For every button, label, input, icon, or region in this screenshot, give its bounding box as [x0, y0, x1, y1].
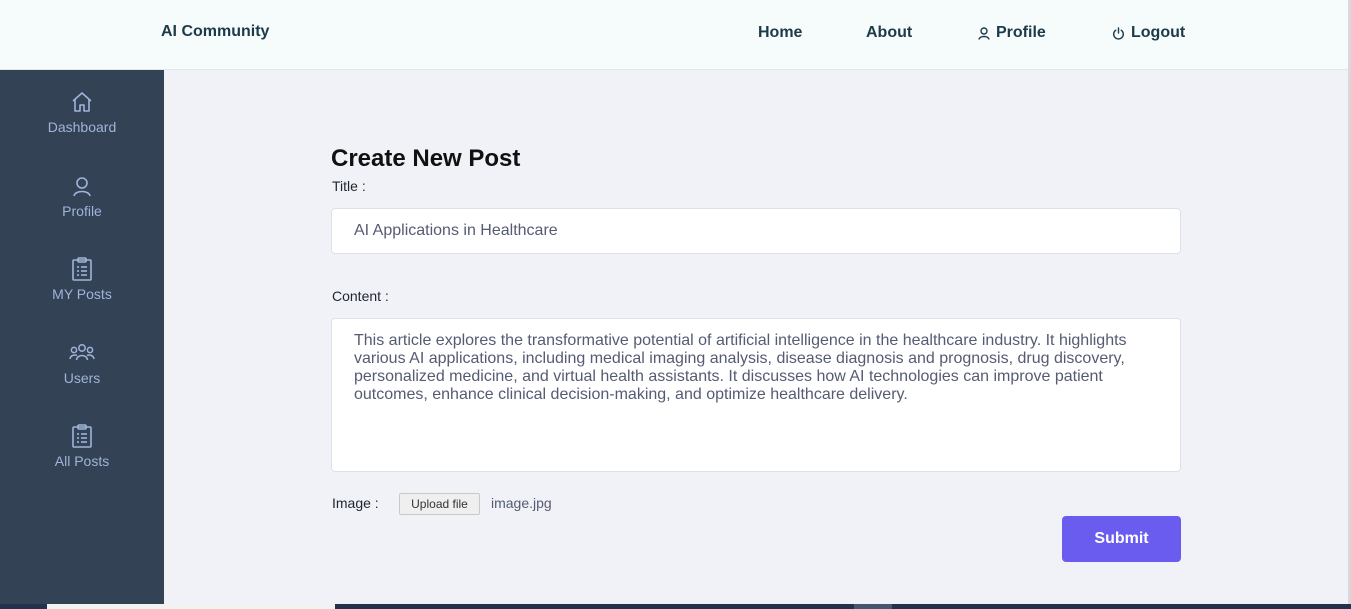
- sidebar-item-label: All Posts: [54, 453, 110, 469]
- nav-about-link[interactable]: About: [866, 23, 912, 43]
- nav-profile-link[interactable]: Profile: [978, 23, 1046, 43]
- nav-home-label: Home: [758, 24, 803, 41]
- sidebar-item-label: Dashboard: [47, 119, 117, 135]
- image-label: Image :: [332, 495, 379, 511]
- nav-profile-label: Profile: [996, 24, 1046, 41]
- nav-home-link[interactable]: Home: [758, 23, 802, 43]
- sidebar-item-label: Users: [63, 370, 101, 386]
- sidebar-item-label: Profile: [62, 203, 102, 219]
- page-title: Create New Post: [331, 145, 521, 172]
- title-label: Title :: [332, 178, 366, 194]
- sidebar-item-my-posts[interactable]: MY Posts: [0, 256, 164, 316]
- content-label: Content :: [332, 288, 389, 304]
- upload-file-button[interactable]: Upload file: [399, 493, 480, 515]
- user-icon: [978, 26, 990, 40]
- taskbar-strip: [0, 604, 1351, 609]
- nav-about-label: About: [866, 24, 913, 41]
- taskbar-segment: [47, 604, 335, 609]
- brand-logo[interactable]: AI Community: [161, 23, 269, 41]
- clipboard-icon: [71, 423, 93, 449]
- title-input[interactable]: AI Applications in Healthcare: [331, 208, 1181, 254]
- sidebar: Dashboard Profile MY Posts Users All Pos…: [0, 70, 164, 609]
- selected-file-name: image.jpg: [491, 495, 552, 511]
- clipboard-icon: [71, 256, 93, 282]
- sidebar-item-users[interactable]: Users: [0, 340, 164, 400]
- users-icon: [69, 340, 95, 366]
- sidebar-item-all-posts[interactable]: All Posts: [0, 423, 164, 483]
- sidebar-item-label: MY Posts: [52, 286, 112, 302]
- sidebar-item-profile[interactable]: Profile: [0, 173, 164, 233]
- power-icon: [1112, 26, 1125, 40]
- taskbar-segment: [854, 604, 892, 609]
- submit-button[interactable]: Submit: [1062, 516, 1181, 562]
- sidebar-item-dashboard[interactable]: Dashboard: [0, 89, 164, 149]
- nav-logout-label: Logout: [1131, 24, 1186, 41]
- user-icon: [71, 173, 93, 199]
- home-icon: [70, 89, 94, 115]
- top-navbar: AI Community Home About Profile Logout: [0, 0, 1351, 70]
- content-textarea[interactable]: This article explores the transformative…: [331, 318, 1181, 472]
- nav-logout-link[interactable]: Logout: [1112, 23, 1185, 43]
- page: AI Community Home About Profile Logout D…: [0, 0, 1351, 609]
